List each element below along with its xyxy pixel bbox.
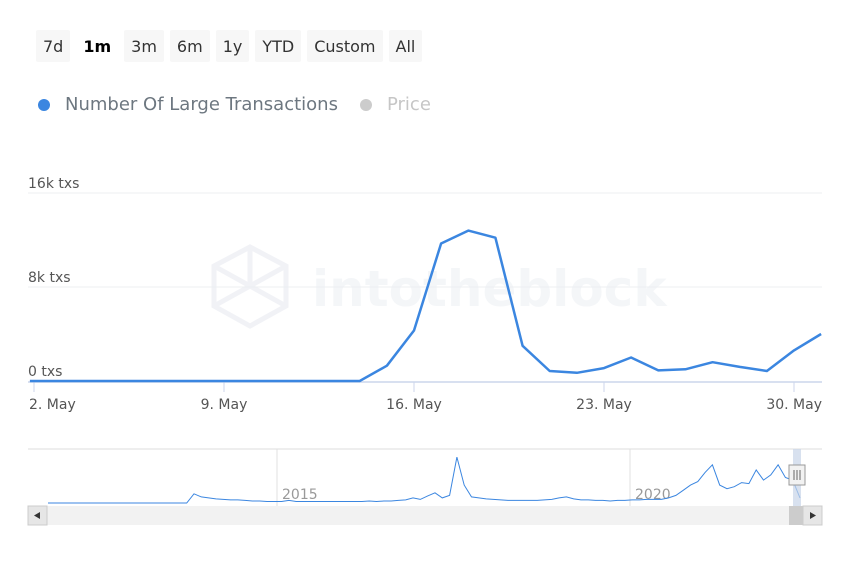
y-tick-label: 0 txs	[28, 364, 62, 380]
y-tick-label: 16k txs	[28, 176, 79, 192]
x-tick-label: 16. May	[386, 397, 442, 413]
x-tick-label: 30. May	[766, 397, 822, 413]
navigator-series-line	[48, 456, 801, 504]
scroll-left-button[interactable]	[27, 505, 48, 526]
navigator-handle[interactable]	[788, 464, 806, 486]
navigator: 2015 2020	[27, 448, 823, 526]
navigator-year-label: 2020	[635, 487, 671, 503]
x-tick-label: 23. May	[576, 397, 632, 413]
scroll-right-button[interactable]	[802, 505, 823, 526]
x-tick-label: 9. May	[201, 397, 248, 413]
scrollbar-thumb[interactable]	[789, 506, 803, 525]
x-tick-label: 2. May	[29, 397, 76, 413]
y-tick-label: 8k txs	[28, 270, 71, 286]
chart-svg: intotheblock 0 txs 8k txs 16k txs 2. May 9.…	[27, 176, 823, 526]
watermark-text: intotheblock	[312, 260, 668, 318]
scrollbar-track[interactable]	[28, 506, 822, 525]
